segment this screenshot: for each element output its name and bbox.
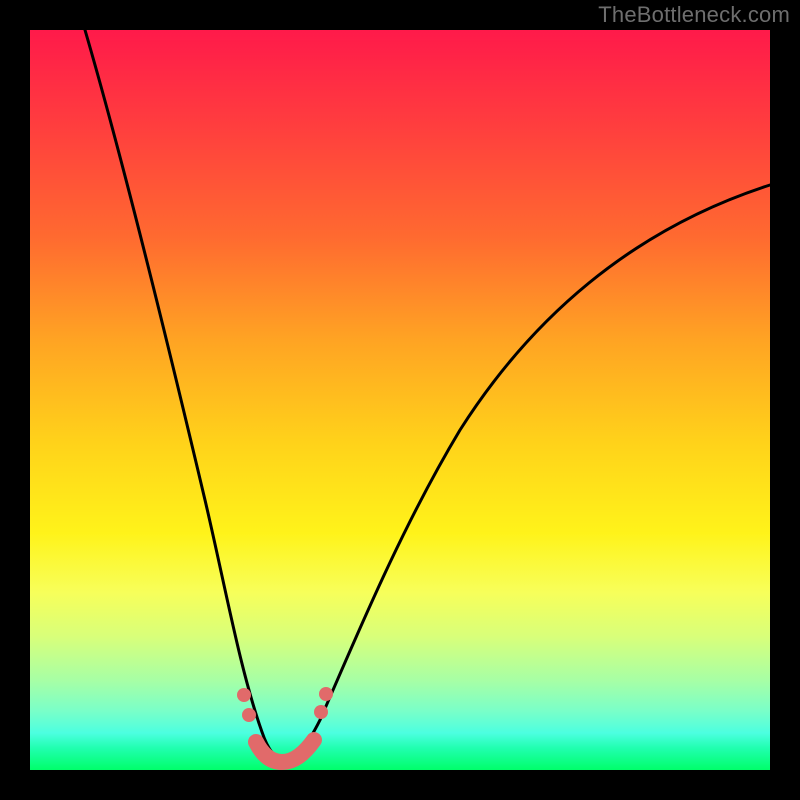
bottleneck-curve	[85, 30, 770, 760]
watermark-text: TheBottleneck.com	[598, 2, 790, 28]
minimum-accent-segment	[256, 740, 314, 762]
marker-dot-right-lower	[314, 705, 328, 719]
marker-dot-left-lower	[242, 708, 256, 722]
marker-dot-right-upper	[319, 687, 333, 701]
marker-dot-left-upper	[237, 688, 251, 702]
outer-frame: TheBottleneck.com	[0, 0, 800, 800]
curve-layer	[30, 30, 770, 770]
chart-area	[30, 30, 770, 770]
